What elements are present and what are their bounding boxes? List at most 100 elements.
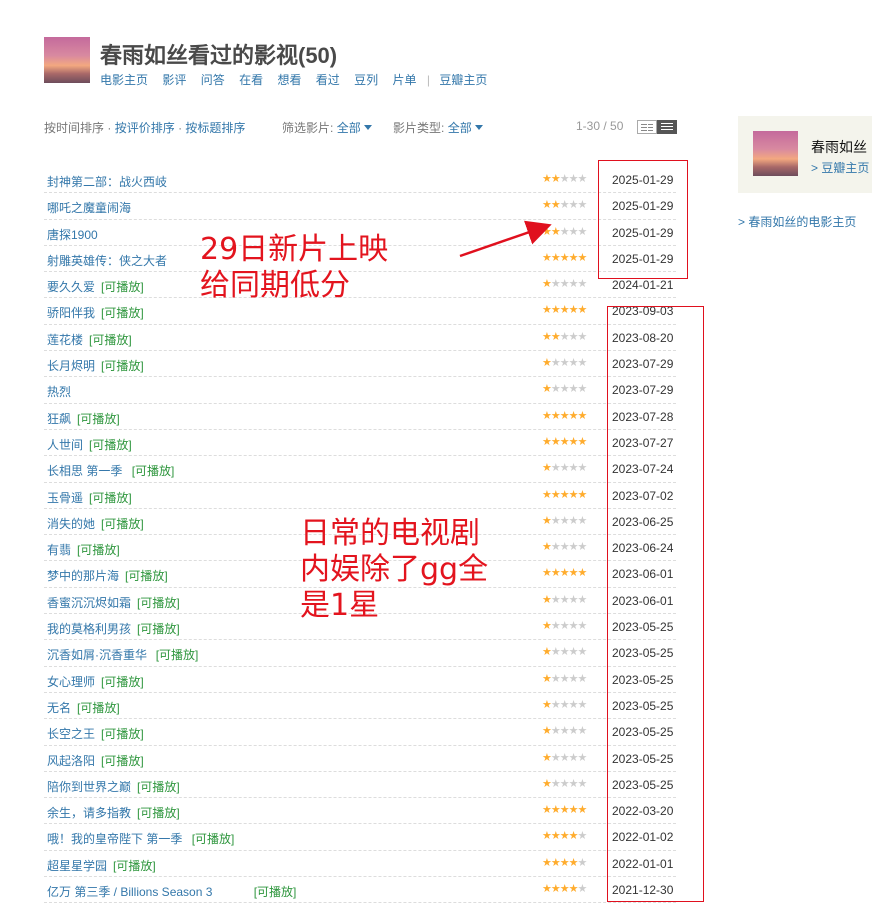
rating-stars: ★★★★★ [542, 410, 594, 422]
star-icon: ★ [550, 646, 561, 659]
playable-tag[interactable]: [可播放] [132, 462, 175, 479]
playable-tag[interactable]: [可播放] [89, 331, 132, 348]
movie-title-link[interactable]: 有翡 [47, 541, 71, 558]
movie-row: 长相思 第一季 [可播放] ★★★★★ 2023-07-24 [44, 456, 676, 483]
annotation-line: 给同期低分 [200, 268, 350, 303]
movie-title-link[interactable]: 亿万 第三季 / Billions Season 3 [47, 883, 212, 900]
sidebar-douban-home-link[interactable]: > 豆瓣主页 [811, 159, 869, 176]
movie-title-link[interactable]: 陪你到世界之巅 [47, 778, 131, 795]
rating-stars: ★★★★★ [542, 804, 594, 816]
playable-tag[interactable]: [可播放] [89, 436, 132, 453]
playable-tag[interactable]: [可播放] [192, 830, 235, 847]
movie-title-link[interactable]: 香蜜沉沉烬如霜 [47, 594, 131, 611]
star-icon: ★ [568, 672, 579, 685]
playable-tag[interactable]: [可播放] [137, 594, 180, 611]
star-icon: ★ [550, 278, 561, 291]
movie-title-link[interactable]: 长相思 第一季 [47, 462, 122, 479]
movie-title-link[interactable]: 人世间 [47, 436, 83, 453]
playable-tag[interactable]: [可播放] [89, 489, 132, 506]
playable-tag[interactable]: [可播放] [77, 541, 120, 558]
nav-watched[interactable]: 看过 [316, 73, 340, 87]
star-icon: ★ [542, 488, 552, 501]
filter-select[interactable]: 全部 [337, 121, 372, 135]
movie-title-link[interactable]: 狂飙 [47, 410, 71, 427]
movie-title-link[interactable]: 风起洛阳 [47, 752, 95, 769]
movie-title-link[interactable]: 玉骨遥 [47, 489, 83, 506]
playable-tag[interactable]: [可播放] [137, 620, 180, 637]
playable-tag[interactable]: [可播放] [101, 357, 144, 374]
movie-title-link[interactable]: 唐探1900 [47, 226, 98, 243]
playable-tag[interactable]: [可播放] [125, 567, 168, 584]
movie-row: 狂飙 [可播放] ★★★★★ 2023-07-28 [44, 404, 676, 430]
nav-reviews[interactable]: 影评 [162, 73, 186, 87]
star-icon: ★ [550, 330, 561, 343]
star-icon: ★ [568, 593, 579, 606]
star-icon: ★ [577, 383, 588, 396]
movie-title-link[interactable]: 哦！我的皇帝陛下 第一季 [47, 830, 182, 847]
movie-title-link[interactable]: 长月烬明 [47, 357, 95, 374]
star-icon: ★ [577, 304, 588, 317]
rating-stars: ★★★★★ [542, 699, 594, 711]
nav-playlist[interactable]: 片单 [393, 73, 417, 87]
playable-tag[interactable]: [可播放] [113, 857, 156, 874]
sidebar-movie-home-link[interactable]: > 春雨如丝的电影主页 [738, 213, 856, 230]
nav-qa[interactable]: 问答 [201, 73, 225, 87]
nav-doulist[interactable]: 豆列 [354, 73, 378, 87]
list-view-icon[interactable] [657, 120, 677, 134]
movie-title-link[interactable]: 女心理师 [47, 673, 95, 690]
star-icon: ★ [550, 725, 561, 738]
playable-tag[interactable]: [可播放] [101, 278, 144, 295]
annotation-line: 是1星 [300, 588, 380, 623]
movie-title-link[interactable]: 骄阳伴我 [47, 304, 95, 321]
star-icon: ★ [577, 620, 588, 633]
movie-title-link[interactable]: 余生，请多指教 [47, 804, 131, 821]
movie-title-link[interactable]: 我的莫格利男孩 [47, 620, 131, 637]
movie-title-link[interactable]: 热烈 [47, 383, 71, 400]
rating-stars: ★★★★★ [542, 883, 594, 895]
sort-by-rating[interactable]: 按评价排序 [115, 121, 175, 135]
star-icon: ★ [577, 199, 588, 212]
movie-title-link[interactable]: 哪吒之魔童闹海 [47, 199, 131, 216]
star-icon: ★ [559, 593, 570, 606]
movie-title-link[interactable]: 消失的她 [47, 515, 95, 532]
nav-watching[interactable]: 在看 [239, 73, 263, 87]
star-icon: ★ [577, 435, 588, 448]
star-icon: ★ [559, 620, 570, 633]
movie-title-link[interactable]: 沉香如屑·沉香重华 [47, 646, 147, 663]
playable-tag[interactable]: [可播放] [254, 883, 297, 900]
playable-tag[interactable]: [可播放] [137, 804, 180, 821]
movie-row: 沉香如屑·沉香重华 [可播放] ★★★★★ 2023-05-25 [44, 640, 676, 667]
caret-down-icon [363, 125, 372, 130]
star-icon: ★ [559, 199, 570, 212]
playable-tag[interactable]: [可播放] [101, 752, 144, 769]
movie-title-link[interactable]: 射雕英雄传：侠之大者 [47, 252, 167, 269]
sidebar-avatar[interactable] [753, 131, 798, 176]
movie-title-link[interactable]: 超星星学园 [47, 857, 107, 874]
sort-by-time[interactable]: 按时间排序 [44, 121, 104, 135]
movie-title-link[interactable]: 封神第二部：战火西岐 [47, 173, 167, 190]
star-icon: ★ [577, 777, 588, 790]
nav-movie-home[interactable]: 电影主页 [100, 73, 148, 87]
sort-by-title[interactable]: 按标题排序 [185, 121, 245, 135]
movie-title-link[interactable]: 要久久爱 [47, 278, 95, 295]
user-avatar[interactable] [44, 37, 90, 83]
playable-tag[interactable]: [可播放] [156, 646, 199, 663]
movie-title-link[interactable]: 长空之王 [47, 725, 95, 742]
movie-title-link[interactable]: 莲花楼 [47, 331, 83, 348]
star-icon: ★ [550, 435, 561, 448]
nav-douban-home[interactable]: 豆瓣主页 [439, 73, 487, 87]
grid-view-icon[interactable] [637, 120, 657, 134]
type-dropdown: 影片类型: 全部 [393, 119, 483, 136]
playable-tag[interactable]: [可播放] [77, 410, 120, 427]
playable-tag[interactable]: [可播放] [137, 778, 180, 795]
playable-tag[interactable]: [可播放] [101, 673, 144, 690]
movie-title-link[interactable]: 梦中的那片海 [47, 567, 119, 584]
star-icon: ★ [559, 330, 570, 343]
playable-tag[interactable]: [可播放] [101, 304, 144, 321]
type-select[interactable]: 全部 [448, 121, 483, 135]
movie-title-link[interactable]: 无名 [47, 699, 71, 716]
playable-tag[interactable]: [可播放] [77, 699, 120, 716]
nav-wish[interactable]: 想看 [277, 73, 301, 87]
playable-tag[interactable]: [可播放] [101, 515, 144, 532]
playable-tag[interactable]: [可播放] [101, 725, 144, 742]
